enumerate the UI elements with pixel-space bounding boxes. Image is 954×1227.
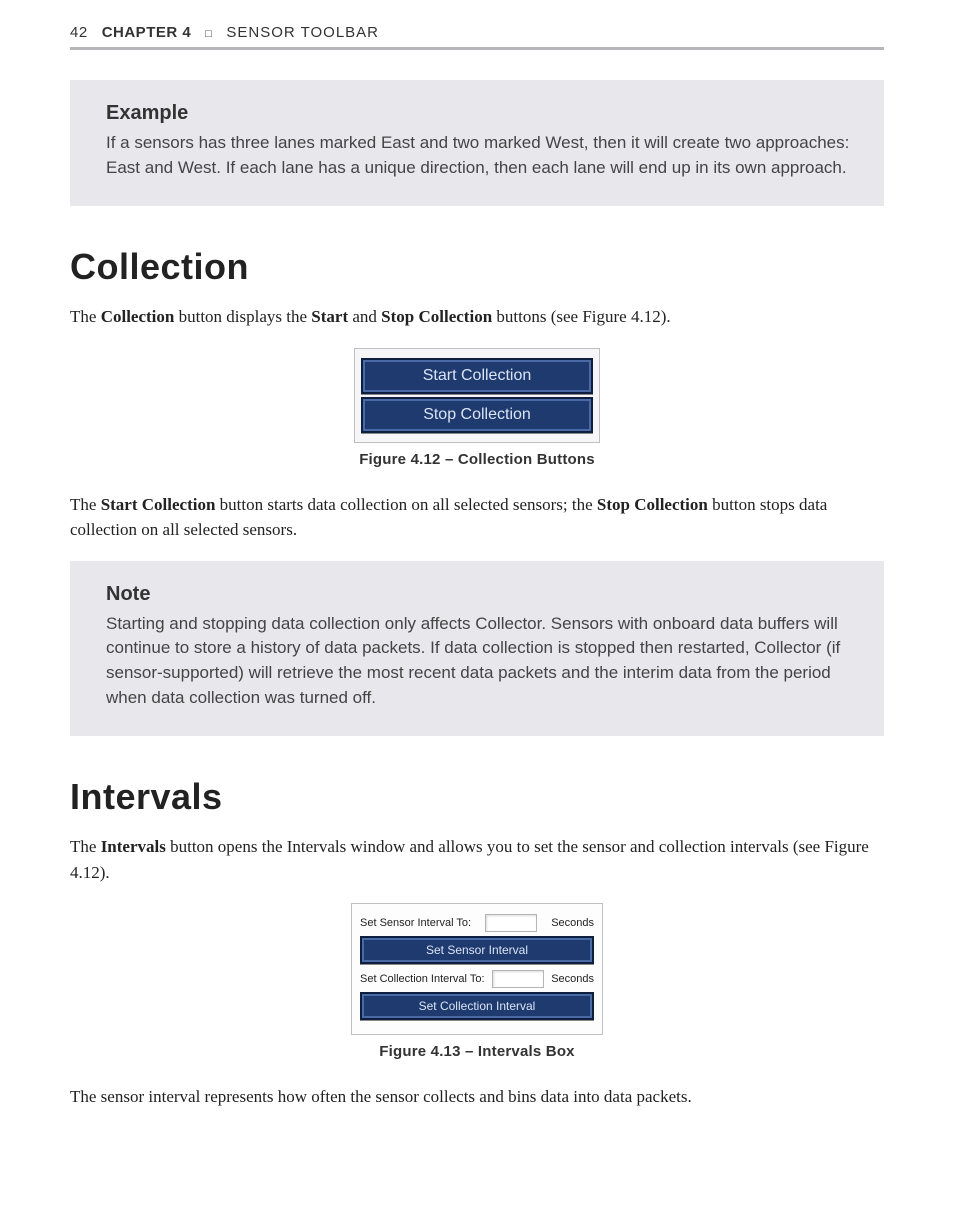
- figure-4-12: Start Collection Stop Collection Figure …: [70, 348, 884, 468]
- intervals-closing: The sensor interval represents how often…: [70, 1084, 884, 1110]
- set-collection-interval-button[interactable]: Set Collection Interval: [360, 992, 594, 1020]
- page-number: 42: [70, 24, 88, 41]
- note-callout: Note Starting and stopping data collecti…: [70, 561, 884, 737]
- example-body: If a sensors has three lanes marked East…: [106, 131, 856, 180]
- text-fragment: and: [348, 307, 381, 326]
- collection-intro: The Collection button displays the Start…: [70, 304, 884, 330]
- sensor-interval-input[interactable]: [485, 914, 537, 932]
- collection-para2: The Start Collection button starts data …: [70, 492, 884, 543]
- intervals-panel: Set Sensor Interval To: Seconds Set Sens…: [351, 903, 603, 1035]
- bold-stop-collection-2: Stop Collection: [597, 495, 708, 514]
- text-fragment: button displays the: [174, 307, 311, 326]
- set-sensor-interval-button[interactable]: Set Sensor Interval: [360, 936, 594, 964]
- sensor-interval-row: Set Sensor Interval To: Seconds: [360, 914, 594, 932]
- bold-start-collection: Start Collection: [101, 495, 216, 514]
- bold-stop-collection: Stop Collection: [381, 307, 492, 326]
- example-callout: Example If a sensors has three lanes mar…: [70, 80, 884, 206]
- bold-start: Start: [311, 307, 348, 326]
- collection-interval-unit: Seconds: [551, 973, 594, 985]
- text-fragment: The: [70, 307, 101, 326]
- collection-interval-input[interactable]: [492, 970, 544, 988]
- figure-4-12-caption: Figure 4.12 – Collection Buttons: [70, 451, 884, 468]
- figure-4-13-caption: Figure 4.13 – Intervals Box: [70, 1043, 884, 1060]
- collection-buttons-panel: Start Collection Stop Collection: [354, 348, 600, 443]
- text-fragment: The: [70, 837, 101, 856]
- intervals-intro: The Intervals button opens the Intervals…: [70, 834, 884, 885]
- bold-intervals: Intervals: [101, 837, 166, 856]
- text-fragment: button opens the Intervals window and al…: [70, 837, 869, 882]
- text-fragment: The: [70, 495, 101, 514]
- collection-interval-row: Set Collection Interval To: Seconds: [360, 970, 594, 988]
- start-collection-button[interactable]: Start Collection: [361, 358, 593, 394]
- note-body: Starting and stopping data collection on…: [106, 612, 856, 711]
- divider-glyph: □: [205, 28, 212, 40]
- text-fragment: buttons (see Figure 4.12).: [492, 307, 670, 326]
- page-header: 42 CHAPTER 4 □ SENSOR TOOLBAR: [70, 24, 884, 50]
- collection-heading: Collection: [70, 246, 884, 288]
- stop-collection-button[interactable]: Stop Collection: [361, 397, 593, 433]
- chapter-label: CHAPTER 4: [102, 24, 192, 41]
- sensor-interval-label: Set Sensor Interval To:: [360, 917, 471, 929]
- intervals-heading: Intervals: [70, 776, 884, 818]
- example-heading: Example: [106, 102, 856, 125]
- header-section-title: SENSOR TOOLBAR: [226, 24, 379, 41]
- sensor-interval-unit: Seconds: [551, 917, 594, 929]
- figure-4-13: Set Sensor Interval To: Seconds Set Sens…: [70, 903, 884, 1060]
- collection-interval-label: Set Collection Interval To:: [360, 973, 485, 985]
- text-fragment: button starts data collection on all sel…: [215, 495, 596, 514]
- note-heading: Note: [106, 583, 856, 606]
- bold-collection: Collection: [101, 307, 175, 326]
